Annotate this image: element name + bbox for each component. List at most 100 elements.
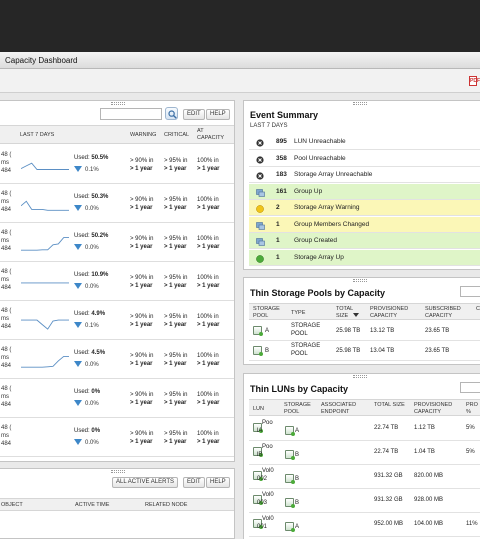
pool-name[interactable]: B (265, 348, 269, 355)
lun-row[interactable]: Vol0 002 B 931.32 GB 820.00 MB (249, 465, 480, 489)
lun-total: 931.32 GB (374, 473, 403, 479)
capacity-row[interactable]: 48 (ms 484 Used: 50.5% 0.1% > 90% in > 1 year… (0, 145, 234, 184)
capacity-row[interactable]: 48 (ms 484 Used: 50.3% 0.0% > 90% in > 1 year… (0, 184, 234, 223)
event-row[interactable]: 358 Pool Unreachable (249, 150, 480, 167)
title-bar: Capacity Dashboard (0, 52, 480, 69)
capacity-row[interactable]: 48 (ms 484 Used: 0% 0.0% > 90% in > 1 year > 9… (0, 379, 234, 418)
lun-row[interactable]: Vol0 001 A 952.00 MB 104.00 MB 11% (249, 513, 480, 537)
lun-name-2[interactable]: lA (257, 428, 262, 435)
used-percent: 50.5% (91, 155, 109, 161)
critical-icon (256, 155, 264, 164)
search-button[interactable] (165, 107, 178, 120)
used-label: Used: (74, 272, 90, 278)
lun-name-2[interactable]: 001 (257, 524, 267, 531)
event-summary-title: Event Summary (250, 110, 319, 120)
event-label[interactable]: LUN Unreachable (294, 134, 346, 150)
drag-handle[interactable] (111, 102, 125, 105)
drag-handle[interactable] (353, 279, 367, 282)
lun-pool[interactable]: B (295, 476, 299, 483)
header-capacity: CAPACITY (197, 135, 225, 141)
warn-timeframe: > 1 year (130, 400, 153, 406)
pools-search-input[interactable] (460, 286, 480, 297)
pool-row[interactable]: A STORAGE POOL 25.98 TB 13.12 TB 23.65 TB (249, 321, 480, 341)
pool-name[interactable]: A (265, 328, 269, 335)
pool-total: 25.98 TB (336, 328, 361, 334)
header-active-time: ACTIVE TIME (75, 502, 110, 508)
lun-name[interactable]: Vol0 (262, 492, 274, 499)
storage-pool-icon (285, 450, 295, 460)
event-label[interactable]: Storage Array Up (294, 250, 344, 266)
lun-row[interactable]: Poo lA A 22.74 TB 1.12 TB 5% (249, 417, 480, 441)
lun-pool[interactable]: B (295, 452, 299, 459)
edit-button[interactable]: EDIT (183, 109, 205, 120)
lun-name-2[interactable]: 003 (257, 500, 267, 507)
capacity-row[interactable]: 48 (ms 484 Used: 50.2% 0.0% > 90% in > 1 year… (0, 223, 234, 262)
event-row[interactable]: 161 Group Up (249, 183, 480, 200)
pool-row[interactable]: B STORAGE POOL 25.98 TB 13.04 TB 23.65 TB (249, 341, 480, 361)
event-label[interactable]: Group Created (294, 233, 337, 249)
crit-threshold: > 95% in (164, 236, 188, 242)
event-row[interactable]: 1 Group Members Changed (249, 216, 480, 233)
header-pool: POOL (284, 409, 300, 415)
event-label[interactable]: Group Up (294, 184, 322, 200)
delta-percent: 0.0% (85, 206, 99, 212)
header-subscribed-capacity: CAPACITY (425, 313, 453, 319)
used-value: Used: 4.5% (74, 350, 105, 356)
event-label[interactable]: Storage Array Warning (294, 200, 360, 216)
lun-name-2[interactable]: 002 (257, 476, 267, 483)
row-meta-3: 484 (1, 246, 12, 252)
row-meta-3: 484 (1, 207, 12, 213)
event-count: 1 (276, 220, 280, 228)
event-count: 2 (276, 204, 280, 211)
lun-pool[interactable]: A (295, 524, 299, 531)
event-label[interactable]: Storage Array Unreachable (294, 167, 372, 183)
event-row[interactable]: 1 Group Created (249, 233, 480, 249)
capacity-row[interactable]: 48 (ms 484 Used: 10.9% 0.0% > 90% in > 1 year… (0, 262, 234, 301)
lun-name[interactable]: Poo (262, 420, 273, 427)
header-warning: WARNING (130, 132, 157, 138)
event-row[interactable]: 1 Storage Array Up (249, 249, 480, 266)
alerts-help-button[interactable]: HELP (206, 477, 230, 488)
row-meta-2: ms (1, 394, 9, 400)
event-label[interactable]: Pool Unreachable (294, 151, 346, 167)
used-percent: 50.3% (91, 194, 109, 200)
lun-row[interactable]: Vol0 003 B 931.32 GB 928.00 MB (249, 489, 480, 513)
lun-row[interactable]: Poo lB B 22.74 TB 1.04 TB 5% (249, 441, 480, 465)
used-label: Used: (74, 155, 90, 161)
event-row[interactable]: 2 Storage Array Warning (249, 200, 480, 216)
capacity-row[interactable]: 48 (ms 484 Used: 0% 0.0% > 90% in > 1 year > 9… (0, 418, 234, 457)
search-input[interactable] (100, 108, 162, 120)
alerts-edit-button[interactable]: EDIT (183, 477, 205, 488)
lun-percent: 11% (466, 521, 478, 527)
drag-handle[interactable] (353, 102, 367, 105)
thin-pools-panel: Thin Storage Pools by Capacity STORAGE P… (243, 277, 480, 365)
all-active-alerts-button[interactable]: ALL ACTIVE ALERTS (112, 477, 179, 488)
header-pro: PRO (466, 402, 478, 408)
event-row[interactable]: 183 Storage Array Unreachable (249, 167, 480, 183)
crit-threshold: > 95% in (164, 314, 188, 320)
capacity-row[interactable]: 48 (ms 484 Used: 4.9% 0.1% > 90% in > 1 year >… (0, 301, 234, 340)
sort-desc-icon[interactable] (353, 313, 359, 317)
warn-timeframe: > 1 year (130, 439, 153, 445)
luns-search-input[interactable] (460, 382, 480, 393)
lun-name[interactable]: Poo (262, 444, 273, 451)
storage-pool-icon (285, 498, 295, 508)
lun-pool[interactable]: A (295, 428, 299, 435)
warn-timeframe: > 1 year (130, 283, 153, 289)
lun-name[interactable]: Vol0 (262, 516, 274, 523)
event-row[interactable]: 895 LUN Unreachable (249, 134, 480, 150)
help-button[interactable]: HELP (206, 109, 230, 120)
pdf-icon[interactable]: PDF (469, 76, 480, 86)
lun-name-2[interactable]: lB (257, 452, 262, 459)
drag-handle[interactable] (353, 375, 367, 378)
lun-pool[interactable]: B (295, 500, 299, 507)
lun-total: 952.00 MB (374, 521, 404, 527)
lun-name[interactable]: Vol0 (262, 468, 274, 475)
warn-timeframe: > 1 year (130, 205, 153, 211)
event-label[interactable]: Group Members Changed (294, 217, 369, 233)
capacity-row[interactable]: 48 (ms 484 Used: 4.5% 0.0% > 90% in > 1 year >… (0, 340, 234, 379)
delta-value: 0.0% (74, 361, 99, 368)
top-dark-bar (0, 0, 480, 52)
event-count: 1 (276, 237, 280, 244)
drag-handle[interactable] (111, 470, 125, 473)
